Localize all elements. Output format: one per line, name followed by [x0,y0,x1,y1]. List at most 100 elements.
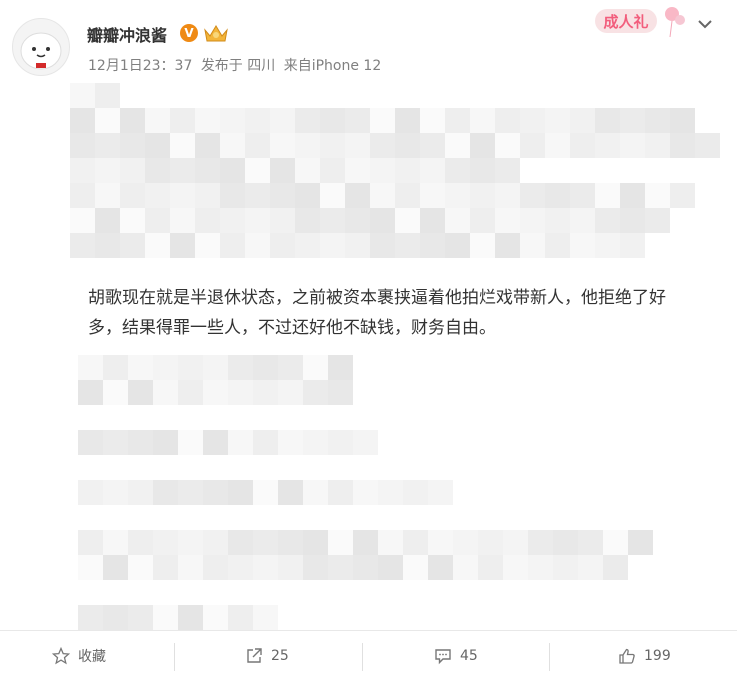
blur-tile [95,183,120,208]
username[interactable]: 瓣瓣冲浪酱 [87,22,167,46]
like-button[interactable]: 199 [618,641,671,671]
blur-tile [395,233,420,258]
blur-tile [103,430,128,455]
blur-tile [353,530,378,555]
blur-tile [178,605,203,630]
blur-tile [395,208,420,233]
comment-button[interactable]: 45 [434,641,478,671]
blur-tile [203,530,228,555]
like-count: 199 [644,648,671,664]
chevron-down-icon[interactable] [694,13,716,35]
comment-icon [435,649,451,665]
blur-tile [203,380,228,405]
blur-tile [595,108,620,133]
blur-tile [353,555,378,580]
blur-tile [78,355,103,380]
blur-tile [403,530,428,555]
blur-tile [345,208,370,233]
blur-tile [78,380,103,405]
blur-tile [120,158,145,183]
blur-tile [278,555,303,580]
blur-tile [495,208,520,233]
blur-tile [570,233,595,258]
blur-tile [95,233,120,258]
divider [549,643,550,671]
blur-tile [470,108,495,133]
blur-tile [420,133,445,158]
blur-tile [378,480,403,505]
blur-tile [520,133,545,158]
blur-tile [253,430,278,455]
blur-tile [295,208,320,233]
blur-tile [153,480,178,505]
blur-tile [78,555,103,580]
blur-tile [545,108,570,133]
blur-tile [620,208,645,233]
post-text-line: 多，结果得罪一些人，不过还好他不缺钱，财务自由。 [88,318,496,338]
blur-tile [428,555,453,580]
blur-tile [95,208,120,233]
blur-tile [128,480,153,505]
blur-tile [145,183,170,208]
blur-tile [645,183,670,208]
blur-tile [170,133,195,158]
blur-tile [195,233,220,258]
blur-tile [345,133,370,158]
blur-tile [203,605,228,630]
blur-tile [170,108,195,133]
blur-tile [270,208,295,233]
blur-tile [345,233,370,258]
user-avatar[interactable] [12,18,70,76]
blur-tile [520,233,545,258]
blur-tile [270,158,295,183]
blur-tile [303,430,328,455]
blur-tile [120,133,145,158]
blur-tile [545,233,570,258]
blur-tile [228,555,253,580]
promo-badge[interactable]: 成人礼 [592,4,688,38]
blur-tile [303,555,328,580]
blur-tile [620,183,645,208]
blur-tile [495,158,520,183]
blur-tile [270,183,295,208]
blur-tile [528,555,553,580]
blur-tile [195,158,220,183]
blur-tile [670,133,695,158]
blur-tile [578,555,603,580]
weibo-post-card: 瓣瓣冲浪酱 V 12月1日23：37 发布于 四川 来自iPhone 12 成人… [0,0,737,685]
blur-tile [620,133,645,158]
blur-tile [470,208,495,233]
blur-tile [228,355,253,380]
avatar-character-icon [20,32,62,70]
repost-button[interactable]: 25 [245,641,289,671]
blur-tile [128,530,153,555]
blur-tile [78,480,103,505]
blur-tile [320,183,345,208]
blur-tile [303,355,328,380]
favorite-button[interactable]: 收藏 [52,641,106,671]
blur-tile [403,480,428,505]
blur-tile [420,108,445,133]
post-time[interactable]: 12月1日23：37 [88,58,192,74]
blur-tile [128,555,153,580]
blur-tile [420,183,445,208]
blur-tile [220,183,245,208]
blur-tile [445,208,470,233]
thumbs-up-icon [619,648,635,664]
blur-tile [345,108,370,133]
divider [362,643,363,671]
blur-tile [695,133,720,158]
blur-tile [153,430,178,455]
blur-tile [178,355,203,380]
blur-tile [195,183,220,208]
member-crown-icon[interactable] [203,22,229,44]
blur-tile [328,555,353,580]
blur-tile [120,208,145,233]
blur-tile [295,233,320,258]
blur-tile [153,355,178,380]
blur-tile [470,183,495,208]
blur-tile [278,380,303,405]
blur-tile [253,380,278,405]
blur-tile [445,158,470,183]
blur-tile [345,158,370,183]
